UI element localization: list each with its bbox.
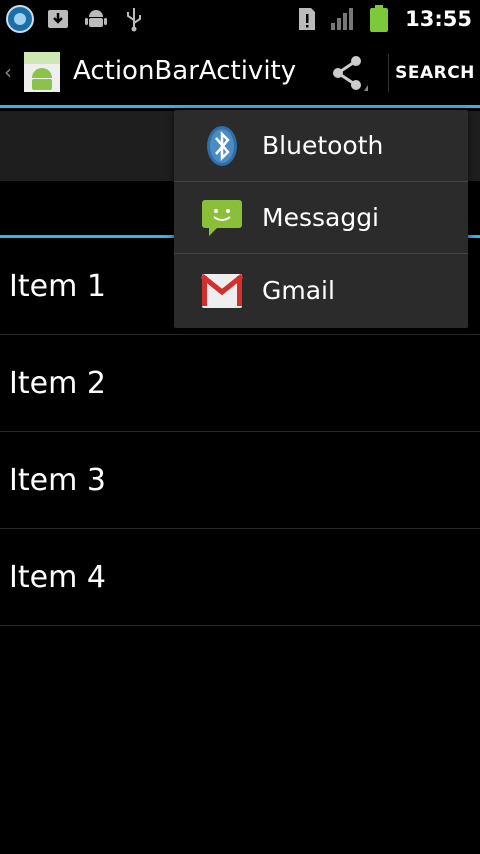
- share-option-bluetooth[interactable]: Bluetooth: [174, 110, 468, 182]
- status-bar-left: [6, 4, 148, 34]
- list-item[interactable]: Item 2: [0, 335, 480, 432]
- status-time: 13:55: [405, 7, 472, 31]
- search-button[interactable]: SEARCH: [390, 38, 480, 108]
- action-bar-divider: [388, 54, 389, 92]
- share-option-label: Messaggi: [262, 203, 380, 232]
- app-notification-icon: [6, 5, 34, 33]
- share-popup-menu: Bluetooth Messaggi Gmail: [174, 110, 468, 328]
- usb-icon: [120, 5, 148, 33]
- share-option-messaggi[interactable]: Messaggi: [174, 182, 468, 254]
- share-option-gmail[interactable]: Gmail: [174, 254, 468, 326]
- status-bar-right: 13:55: [293, 4, 472, 34]
- messaging-icon: [200, 196, 244, 240]
- gmail-icon: [200, 268, 244, 312]
- share-option-label: Gmail: [262, 275, 335, 305]
- page-title: ActionBarActivity: [73, 56, 297, 86]
- app-icon[interactable]: [22, 50, 62, 94]
- share-icon: [333, 56, 368, 91]
- action-bar: ‹ ActionBarActivity SEARCH: [0, 38, 480, 108]
- list-item[interactable]: Item 3: [0, 432, 480, 529]
- download-icon: [44, 5, 72, 33]
- list-item[interactable]: Item 4: [0, 529, 480, 626]
- bluetooth-icon: [200, 124, 244, 168]
- signal-icon: [329, 5, 357, 33]
- up-caret-icon[interactable]: ‹: [4, 60, 12, 84]
- share-option-label: Bluetooth: [262, 131, 384, 160]
- battery-icon: [365, 5, 393, 33]
- share-button[interactable]: [318, 44, 378, 102]
- android-debug-icon: [82, 5, 110, 33]
- sim-alert-icon: [293, 5, 321, 33]
- status-bar: 13:55: [0, 0, 480, 38]
